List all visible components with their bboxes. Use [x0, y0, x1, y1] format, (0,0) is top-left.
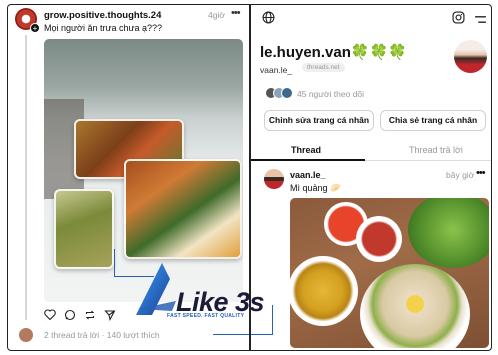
post-caption: Mì quảng 🥟	[290, 183, 342, 193]
chili-bowl	[356, 216, 402, 262]
globe-icon[interactable]	[262, 11, 275, 29]
post-time: bây giờ	[446, 170, 475, 180]
post-stats[interactable]: 2 thread trả lời · 140 lượt thích	[44, 330, 160, 340]
screenshot-frame: + grow.positive.thoughts.24 4giờ ••• Mọi…	[7, 4, 492, 351]
avatar[interactable]	[264, 169, 284, 189]
follower-avatar	[281, 87, 293, 99]
heart-icon[interactable]	[44, 309, 56, 323]
post-username[interactable]: grow.positive.thoughts.24	[44, 10, 161, 21]
post-caption: Mọi người ăn trưa chưa ạ???	[44, 23, 163, 33]
active-tab-indicator	[251, 159, 365, 161]
broth-bowl	[290, 256, 358, 326]
profile-pane: le.huyen.van🍀🍀🍀 vaan.le_ threads.net 45 …	[251, 5, 491, 350]
instagram-icon[interactable]	[452, 11, 465, 29]
tab-thread[interactable]: Thread	[291, 145, 321, 155]
profile-handle: vaan.le_	[260, 65, 293, 75]
tab-thread-replies[interactable]: Thread trả lời	[409, 145, 463, 155]
lunchbox-shrimp-egg	[124, 159, 242, 259]
menu-icon[interactable]	[474, 12, 487, 30]
more-options-icon[interactable]: •••	[476, 167, 486, 179]
profile-name: le.huyen.van🍀🍀🍀	[260, 44, 407, 61]
tab-divider	[365, 159, 491, 161]
watermark-tagline: FAST SPEED. FAST QUALITY	[167, 313, 245, 319]
avatar[interactable]: +	[15, 8, 40, 33]
domain-badge[interactable]: threads.net	[302, 63, 345, 72]
thread-line	[25, 35, 27, 320]
repost-icon[interactable]	[84, 309, 96, 324]
edit-profile-button[interactable]: Chỉnh sửa trang cá nhân	[264, 110, 374, 131]
post-time: 4giờ	[208, 10, 225, 20]
more-options-icon[interactable]: •••	[231, 7, 241, 19]
noodle-bowl	[360, 264, 470, 348]
follow-plus-icon[interactable]: +	[30, 23, 40, 33]
share-profile-button[interactable]: Chia sẻ trang cá nhân	[380, 110, 486, 131]
followers-count[interactable]: 45 người theo dõi	[297, 89, 364, 99]
profile-avatar[interactable]	[454, 40, 487, 73]
share-icon[interactable]	[104, 309, 116, 324]
lunchbox-vegetables	[54, 189, 114, 269]
post-photo-mi-quang[interactable]	[290, 198, 489, 348]
herbs-plate	[408, 198, 489, 268]
reply-avatar	[19, 328, 33, 342]
comment-icon[interactable]	[64, 309, 76, 324]
post-username[interactable]: vaan.le_	[290, 170, 326, 180]
